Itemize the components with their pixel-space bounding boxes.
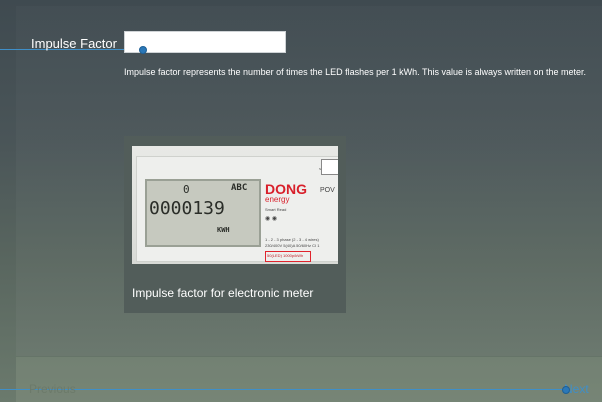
previous-button[interactable]: Previous xyxy=(29,382,76,396)
meter-body: 0 ABC 0000139 KWH DONG energy Smart Read… xyxy=(136,156,338,262)
impulse-factor-label: Impulse Factor xyxy=(31,36,117,51)
footer-nav-bar xyxy=(16,357,602,402)
impulse-factor-help-text: Impulse factor represents the number of … xyxy=(124,67,587,77)
meter-image: 0 ABC 0000139 KWH DONG energy Smart Read… xyxy=(132,146,338,264)
lcd-digits: 0000139 xyxy=(149,198,225,219)
lcd-top-right: ABC xyxy=(231,183,248,193)
connector-dot-bottom xyxy=(562,386,570,394)
led-rate: 50(LED) 1000p/kWh xyxy=(267,253,304,258)
connector-dot-top xyxy=(139,46,147,54)
smart-read-label: Smart Read xyxy=(265,207,287,212)
meter-indicators: ◉ ◉ xyxy=(265,216,278,222)
phase-info: 1 - 2 - 3 phase (2 - 3 - 4 wires) xyxy=(265,237,319,242)
impulse-factor-input[interactable] xyxy=(124,31,286,53)
brand-sub: energy xyxy=(265,195,290,204)
meter-example-card: 0 ABC 0000139 KWH DONG energy Smart Read… xyxy=(124,136,346,313)
meter-card-caption: Impulse factor for electronic meter xyxy=(132,286,314,300)
rating-info: 230/400V 5(40)A 50/60Hz CI 1 xyxy=(265,243,320,248)
meter-pov-label: POV xyxy=(320,187,335,194)
meter-label-sticker xyxy=(321,159,338,175)
lcd-top-left: 0 xyxy=(183,183,190,196)
meter-lcd-display: 0 ABC 0000139 KWH xyxy=(145,179,261,247)
lcd-unit: KWH xyxy=(217,226,230,234)
connector-line-bottom xyxy=(0,389,568,390)
